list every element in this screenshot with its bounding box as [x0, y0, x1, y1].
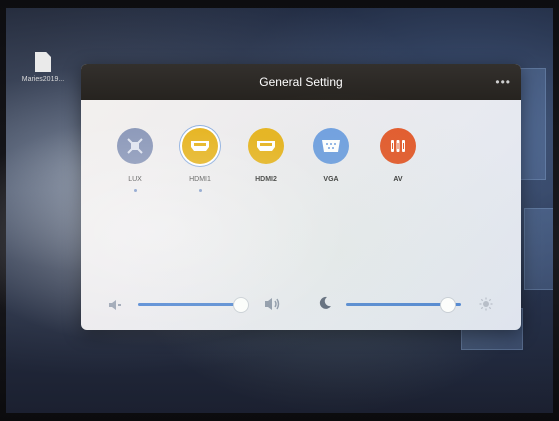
source-label: HDMI1	[189, 176, 211, 183]
vga-icon	[313, 128, 349, 164]
source-label: AV	[393, 176, 403, 183]
av-icon	[380, 128, 416, 164]
moon-icon	[318, 296, 332, 315]
brightness-slider-handle[interactable]	[440, 297, 457, 313]
general-setting-dialog: General Setting ••• LUX HDMI1 HDMI2 VGA …	[81, 64, 521, 330]
desktop-file-shortcut[interactable]: Maries2019...	[18, 52, 68, 83]
slider-bar	[81, 292, 521, 322]
source-label: LUX	[128, 176, 142, 183]
source-vga[interactable]: VGA	[301, 128, 361, 183]
source-av[interactable]: AV	[368, 128, 428, 183]
volume-slider-handle[interactable]	[232, 297, 249, 313]
source-indicator	[133, 189, 137, 192]
desktop-wallpaper-pane	[524, 208, 553, 290]
hdmi-icon	[248, 128, 284, 164]
input-source-list: LUX HDMI1 HDMI2 VGA AV	[81, 64, 521, 224]
source-label: HDMI2	[255, 176, 277, 183]
sun-icon	[479, 297, 493, 316]
source-label: VGA	[323, 176, 339, 183]
lux-icon	[117, 128, 153, 164]
hdmi-icon	[182, 128, 218, 164]
volume-high-icon	[264, 297, 282, 316]
source-hdmi2[interactable]: HDMI2	[236, 128, 296, 183]
file-icon	[35, 52, 51, 72]
volume-low-icon	[108, 298, 122, 316]
desktop-file-label: Maries2019...	[21, 76, 65, 83]
source-indicator	[198, 189, 202, 192]
source-hdmi1[interactable]: HDMI1	[170, 128, 230, 192]
volume-slider[interactable]	[138, 303, 245, 306]
source-lux[interactable]: LUX	[105, 128, 165, 192]
